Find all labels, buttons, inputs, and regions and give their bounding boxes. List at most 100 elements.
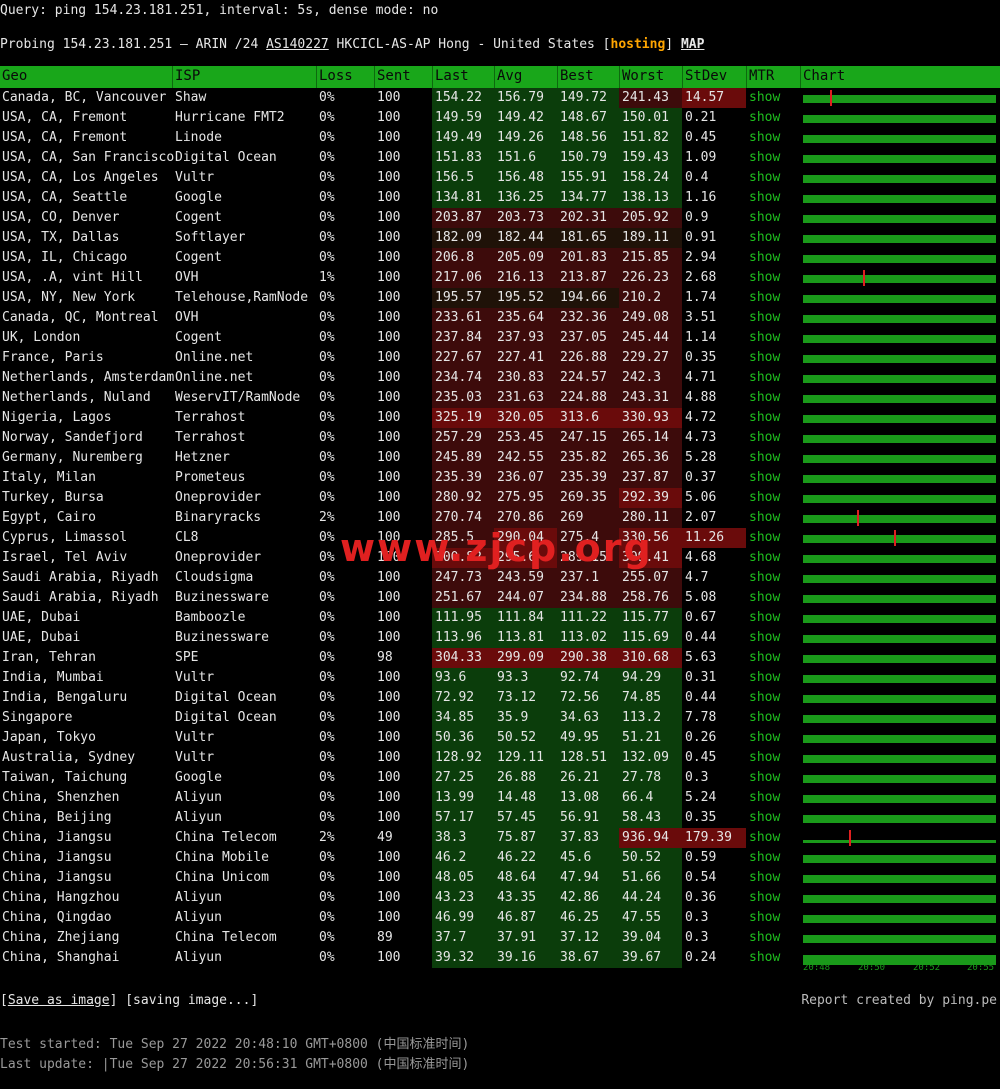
cell-isp: Buzinessware xyxy=(175,590,269,605)
cell-geo: Turkey, Bursa xyxy=(2,490,104,505)
cell-avg: 129.11 xyxy=(497,750,544,765)
cell-avg: 37.91 xyxy=(497,930,537,945)
table-row: USA, CA, Los Angeles Vultr 0% 100 156.5 156.4… xyxy=(0,168,1000,188)
cell-sent: 100 xyxy=(377,590,401,605)
mtr-show-link[interactable]: show xyxy=(749,430,780,445)
cell-best: 148.67 xyxy=(560,110,607,125)
mtr-show-link[interactable]: show xyxy=(749,910,780,925)
mtr-show-link[interactable]: show xyxy=(749,410,780,425)
col-header-geo[interactable]: Geo xyxy=(2,68,27,84)
mtr-show-link[interactable]: show xyxy=(749,630,780,645)
mtr-show-link[interactable]: show xyxy=(749,130,780,145)
col-header-avg[interactable]: Avg xyxy=(497,68,522,84)
col-header-last[interactable]: Last xyxy=(435,68,469,84)
cell-isp: Cogent xyxy=(175,250,222,265)
mtr-show-link[interactable]: show xyxy=(749,370,780,385)
mtr-show-link[interactable]: show xyxy=(749,330,780,345)
mtr-show-link[interactable]: show xyxy=(749,570,780,585)
mtr-show-link[interactable]: show xyxy=(749,210,780,225)
latency-sparkline xyxy=(803,895,996,903)
mtr-show-link[interactable]: show xyxy=(749,590,780,605)
latency-sparkline xyxy=(803,515,996,523)
table-row: UK, London Cogent 0% 100 237.84 237.93 237.05 2… xyxy=(0,328,1000,348)
mtr-show-link[interactable]: show xyxy=(749,930,780,945)
cell-loss: 0% xyxy=(319,430,335,445)
cell-loss: 0% xyxy=(319,870,335,885)
cell-loss: 0% xyxy=(319,790,335,805)
col-header-stdev[interactable]: StDev xyxy=(685,68,727,84)
mtr-show-link[interactable]: show xyxy=(749,150,780,165)
latency-sparkline xyxy=(803,875,996,883)
cell-geo: USA, CA, Los Angeles xyxy=(2,170,159,185)
mtr-show-link[interactable]: show xyxy=(749,490,780,505)
mtr-show-link[interactable]: show xyxy=(749,470,780,485)
mtr-show-link[interactable]: show xyxy=(749,170,780,185)
cell-avg: 227.41 xyxy=(497,350,544,365)
mtr-show-link[interactable]: show xyxy=(749,270,780,285)
latency-sparkline xyxy=(803,235,996,243)
cell-loss: 0% xyxy=(319,890,335,905)
col-header-mtr[interactable]: MTR xyxy=(749,68,774,84)
col-header-chart[interactable]: Chart xyxy=(803,68,845,84)
mtr-show-link[interactable]: show xyxy=(749,510,780,525)
col-header-best[interactable]: Best xyxy=(560,68,594,84)
mtr-show-link[interactable]: show xyxy=(749,350,780,365)
cell-loss: 0% xyxy=(319,690,335,705)
mtr-show-link[interactable]: show xyxy=(749,230,780,245)
mtr-show-link[interactable]: show xyxy=(749,650,780,665)
mtr-show-link[interactable]: show xyxy=(749,890,780,905)
mtr-show-link[interactable]: show xyxy=(749,830,780,845)
mtr-show-link[interactable]: show xyxy=(749,850,780,865)
col-header-worst[interactable]: Worst xyxy=(622,68,664,84)
cell-geo: China, Zhejiang xyxy=(2,930,120,945)
mtr-show-link[interactable]: show xyxy=(749,670,780,685)
cell-isp: Terrahost xyxy=(175,410,246,425)
cell-sent: 100 xyxy=(377,130,401,145)
mtr-show-link[interactable]: show xyxy=(749,610,780,625)
cell-stdev: 4.71 xyxy=(685,370,717,385)
mtr-show-link[interactable]: show xyxy=(749,190,780,205)
mtr-show-link[interactable]: show xyxy=(749,90,780,105)
cell-isp: Cogent xyxy=(175,330,222,345)
mtr-show-link[interactable]: show xyxy=(749,750,780,765)
asn-link[interactable]: AS140227 xyxy=(266,37,329,52)
cell-loss: 0% xyxy=(319,190,335,205)
mtr-show-link[interactable]: show xyxy=(749,450,780,465)
col-header-loss[interactable]: Loss xyxy=(319,68,353,84)
cell-geo: Canada, BC, Vancouver xyxy=(2,90,167,105)
cell-avg: 270.86 xyxy=(497,510,544,525)
col-header-isp[interactable]: ISP xyxy=(175,68,200,84)
cell-worst: 58.43 xyxy=(622,810,662,825)
mtr-show-link[interactable]: show xyxy=(749,390,780,405)
cell-isp: Vultr xyxy=(175,730,215,745)
mtr-show-link[interactable]: show xyxy=(749,550,780,565)
cell-isp: Buzinessware xyxy=(175,630,269,645)
cell-sent: 100 xyxy=(377,850,401,865)
save-as-image-link[interactable]: Save as image xyxy=(8,993,110,1008)
mtr-show-link[interactable]: show xyxy=(749,950,780,965)
mtr-show-link[interactable]: show xyxy=(749,730,780,745)
cell-isp: Linode xyxy=(175,130,222,145)
mtr-show-link[interactable]: show xyxy=(749,870,780,885)
cell-loss: 0% xyxy=(319,750,335,765)
table-row: Japan, Tokyo Vultr 0% 100 50.36 50.52 49.95 51.… xyxy=(0,728,1000,748)
mtr-show-link[interactable]: show xyxy=(749,110,780,125)
cell-stdev: 4.72 xyxy=(685,410,717,425)
mtr-show-link[interactable]: show xyxy=(749,770,780,785)
mtr-show-link[interactable]: show xyxy=(749,710,780,725)
map-link[interactable]: MAP xyxy=(681,37,704,52)
mtr-show-link[interactable]: show xyxy=(749,290,780,305)
mtr-show-link[interactable]: show xyxy=(749,790,780,805)
col-header-sent[interactable]: Sent xyxy=(377,68,411,84)
mtr-show-link[interactable]: show xyxy=(749,690,780,705)
mtr-show-link[interactable]: show xyxy=(749,250,780,265)
col-divider xyxy=(619,66,620,88)
mtr-show-link[interactable]: show xyxy=(749,810,780,825)
mtr-show-link[interactable]: show xyxy=(749,530,780,545)
cell-isp: Oneprovider xyxy=(175,550,262,565)
mtr-show-link[interactable]: show xyxy=(749,310,780,325)
cell-sent: 100 xyxy=(377,810,401,825)
cell-avg: 73.12 xyxy=(497,690,537,705)
probe-close: ] xyxy=(665,37,681,52)
latency-sparkline xyxy=(803,495,996,503)
